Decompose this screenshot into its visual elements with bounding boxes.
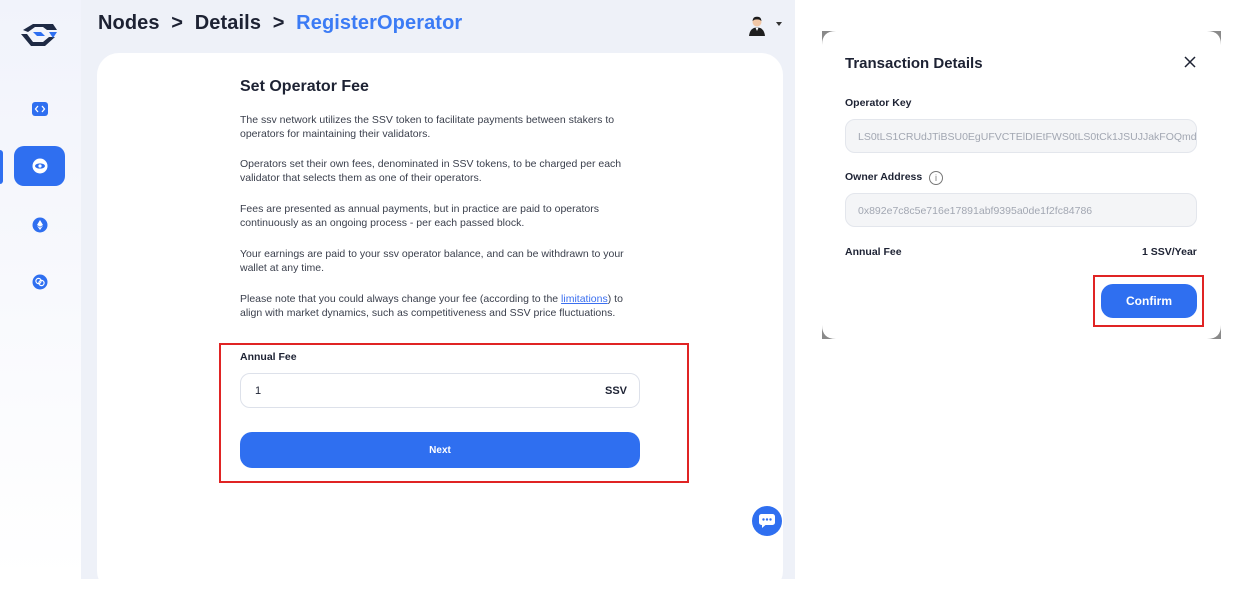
corner-decoration [1207,325,1221,339]
sidebar-active-marker [0,150,3,184]
annual-fee-label: Annual Fee [845,246,902,258]
corner-decoration [1207,31,1221,45]
breadcrumb-separator: > [272,12,285,34]
node-icon [32,158,47,174]
breadcrumb-current: RegisterOperator [296,12,463,34]
page-title: Set Operator Fee [240,78,369,95]
modal-title: Transaction Details [845,55,983,72]
ssv-logo[interactable] [19,22,59,48]
description-paragraph: Your earnings are paid to your ssv opera… [240,248,624,274]
sidebar-item-developers[interactable] [14,89,65,129]
corner-decoration [822,31,836,45]
breadcrumb-details[interactable]: Details [195,12,261,34]
operator-key-value: LS0tLS1CRUdJTiBSU0EgUFVCTElDIEtFWS0tLS0t… [858,131,1197,143]
app-window: Nodes > Details > RegisterOperator Set O… [0,0,795,593]
highlight-box [219,343,689,483]
chevron-down-icon[interactable] [776,22,782,26]
description-paragraph: The ssv network utilizes the SSV token t… [240,114,615,140]
description-paragraph: Fees are presented as annual payments, b… [240,203,599,229]
breadcrumb-nodes[interactable]: Nodes [98,12,160,34]
owner-address-field[interactable]: 0x892e7c8c5e716e17891abf9395a0de1f2fc847… [845,193,1197,227]
highlight-box [1093,275,1204,327]
limitations-link[interactable]: limitations [561,293,608,305]
owner-address-label: Owner Address [845,171,923,183]
avatar-icon[interactable] [746,15,768,37]
info-icon[interactable]: i [929,171,943,185]
sidebar [0,0,81,579]
description-paragraph: Operators set their own fees, denominate… [240,158,622,184]
operator-key-label: Operator Key [845,97,912,109]
ethereum-icon [32,217,47,233]
owner-address-value: 0x892e7c8c5e716e17891abf9395a0de1f2fc847… [858,205,1093,217]
sidebar-item-ssv-token[interactable] [14,262,65,302]
note-text: Please note that you could always change… [240,293,562,305]
breadcrumb: Nodes > Details > RegisterOperator [98,12,462,35]
ssv-token-icon [32,274,47,290]
close-icon[interactable] [1183,55,1197,69]
top-bar: Nodes > Details > RegisterOperator [81,0,795,50]
operator-key-field[interactable]: LS0tLS1CRUdJTiBSU0EgUFVCTElDIEtFWS0tLS0t… [845,119,1197,153]
description-paragraph: Please note that you could always change… [240,292,640,320]
chat-button[interactable] [752,506,782,536]
corner-decoration [822,325,836,339]
chat-icon [759,514,775,528]
sidebar-item-validators[interactable] [14,205,65,245]
sidebar-item-nodes[interactable] [14,146,65,186]
main-card: Set Operator Fee The ssv network utilize… [97,53,783,593]
code-icon [31,102,48,116]
annual-fee-value: 1 SSV/Year [1142,246,1197,258]
breadcrumb-separator: > [171,12,184,34]
